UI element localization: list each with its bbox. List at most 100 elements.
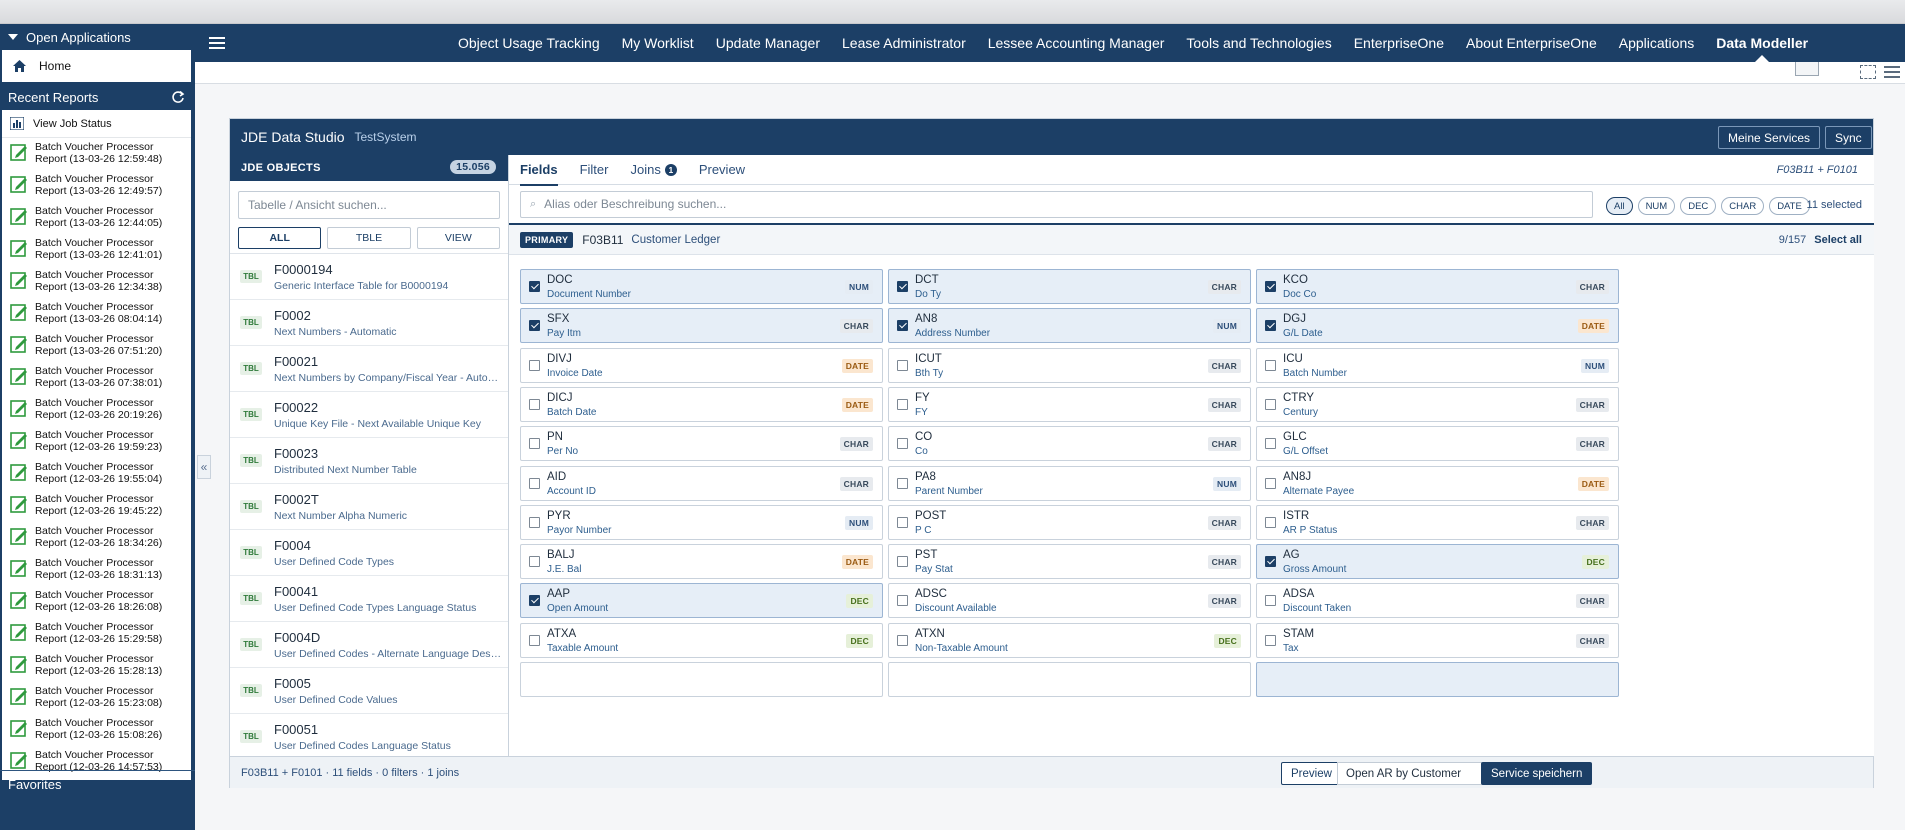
field-card[interactable]: DOC Document Number NUM — [520, 269, 883, 304]
save-service-button[interactable]: Service speichern — [1481, 762, 1593, 785]
field-checkbox[interactable] — [897, 477, 908, 489]
field-card[interactable]: KCO Doc Co CHAR — [1256, 269, 1619, 304]
nav-link[interactable]: About EnterpriseOne — [1455, 24, 1608, 62]
object-list-item[interactable]: TBL F00022 Unique Key File - Next Availabl… — [230, 392, 508, 438]
object-list-item[interactable]: TBL F00023 Distributed Next Number Table — [230, 438, 508, 484]
field-checkbox[interactable] — [1265, 516, 1276, 528]
field-card[interactable]: DIVJ Invoice Date DATE — [520, 347, 883, 383]
nav-link[interactable]: Data Modeller — [1705, 24, 1819, 62]
recent-report-item[interactable]: Batch Voucher Processor Report (13-03-26 … — [2, 202, 191, 234]
field-checkbox[interactable] — [897, 359, 908, 371]
object-list-item[interactable]: TBL F0002T Next Number Alpha Numeric — [230, 484, 508, 530]
fullscreen-icon[interactable] — [1860, 65, 1876, 79]
field-checkbox[interactable] — [1265, 634, 1276, 646]
field-card[interactable]: POST P C CHAR — [888, 504, 1251, 540]
field-card[interactable]: ICU Batch Number NUM — [1256, 347, 1619, 383]
field-card[interactable]: ICUT Bth Ty CHAR — [888, 347, 1251, 383]
hamburger-menu-icon[interactable] — [209, 34, 225, 52]
field-checkbox[interactable] — [897, 281, 908, 292]
field-card[interactable]: AG Gross Amount DEC — [1256, 544, 1619, 580]
recent-report-item[interactable]: Batch Voucher Processor Report (13-03-26 … — [2, 298, 191, 330]
nav-link[interactable]: EnterpriseOne — [1343, 24, 1455, 62]
field-checkbox[interactable] — [529, 398, 540, 410]
object-filter-button[interactable]: TBLE — [327, 227, 411, 249]
field-card[interactable]: FY FY CHAR — [888, 386, 1251, 422]
field-checkbox[interactable] — [897, 634, 908, 646]
recent-report-item[interactable]: Batch Voucher Processor Report (12-03-26 … — [2, 714, 191, 746]
nav-link[interactable]: Lease Administrator — [831, 24, 977, 62]
object-list-item[interactable]: TBL F0004 User Defined Code Types — [230, 530, 508, 576]
recent-report-item[interactable]: Batch Voucher Processor Report (13-03-26 … — [2, 330, 191, 362]
field-card[interactable]: DCT Do Ty CHAR — [888, 269, 1251, 304]
open-applications-header[interactable]: Open Applications — [0, 24, 195, 50]
recent-report-item[interactable]: Batch Voucher Processor Report (12-03-26 … — [2, 682, 191, 714]
recent-report-item[interactable]: Batch Voucher Processor Report (12-03-26 … — [2, 554, 191, 586]
recent-reports-header[interactable]: Recent Reports — [0, 84, 195, 110]
object-list-item[interactable]: TBL F0002 Next Numbers - Automatic — [230, 300, 508, 346]
recent-report-item[interactable]: Batch Voucher Processor Report (12-03-26 … — [2, 618, 191, 650]
type-chip[interactable]: NUM — [1637, 197, 1676, 215]
type-chip[interactable]: CHAR — [1721, 197, 1765, 215]
field-checkbox[interactable] — [1265, 556, 1276, 568]
recent-report-item[interactable]: Batch Voucher Processor Report (13-03-26 … — [2, 234, 191, 266]
recent-report-item[interactable]: Batch Voucher Processor Report (13-03-26 … — [2, 170, 191, 202]
field-card[interactable]: ADSA Discount Taken CHAR — [1256, 583, 1619, 619]
field-card[interactable]: STAM Tax CHAR — [1256, 622, 1619, 658]
field-search-input[interactable]: ⌕ Alias oder Beschreibung suchen... — [520, 190, 1593, 218]
field-checkbox[interactable] — [1265, 477, 1276, 489]
field-card[interactable]: GLC G/L Offset CHAR — [1256, 426, 1619, 462]
field-card[interactable]: CO Co CHAR — [888, 426, 1251, 462]
field-card[interactable]: BALJ J.E. Bal DATE — [520, 544, 883, 580]
recent-report-item[interactable]: Batch Voucher Processor Report (12-03-26 … — [2, 522, 191, 554]
field-card[interactable]: ATXA Taxable Amount DEC — [520, 622, 883, 658]
field-checkbox[interactable] — [897, 595, 908, 607]
nav-link[interactable]: Tools and Technologies — [1175, 24, 1342, 62]
field-checkbox[interactable] — [1265, 281, 1276, 292]
field-card[interactable]: PST Pay Stat CHAR — [888, 544, 1251, 580]
field-card[interactable]: DICJ Batch Date DATE — [520, 386, 883, 422]
field-checkbox[interactable] — [529, 556, 540, 568]
collapse-panel-icon[interactable]: « — [197, 455, 211, 479]
field-card[interactable]: AID Account ID CHAR — [520, 465, 883, 501]
field-checkbox[interactable] — [529, 359, 540, 371]
field-card[interactable]: SFX Pay Itm CHAR — [520, 308, 883, 344]
type-chip[interactable]: DEC — [1680, 197, 1717, 215]
object-list-item[interactable]: TBL F0000194 Generic Interface Table for B… — [230, 254, 508, 300]
nav-link[interactable]: Applications — [1608, 24, 1706, 62]
collapse-header-icon[interactable] — [1795, 62, 1819, 76]
field-card[interactable]: AN8J Alternate Payee DATE — [1256, 465, 1619, 501]
object-search-input[interactable]: Tabelle / Ansicht suchen... — [238, 191, 500, 219]
field-checkbox[interactable] — [1265, 438, 1276, 450]
object-list-item[interactable]: TBL F0005 User Defined Code Values — [230, 668, 508, 714]
field-checkbox[interactable] — [1265, 320, 1276, 332]
field-checkbox[interactable] — [1265, 398, 1276, 410]
recent-report-item[interactable]: Batch Voucher Processor Report (12-03-26 … — [2, 394, 191, 426]
nav-link[interactable]: Update Manager — [705, 24, 831, 62]
field-checkbox[interactable] — [897, 556, 908, 568]
preview-button[interactable]: Preview — [1281, 762, 1342, 785]
refresh-icon[interactable] — [171, 90, 185, 104]
field-checkbox[interactable] — [1265, 359, 1276, 371]
tab-filter[interactable]: Filter — [580, 155, 609, 185]
tab-preview[interactable]: Preview — [699, 155, 745, 185]
recent-report-item[interactable]: Batch Voucher Processor Report (12-03-26 … — [2, 586, 191, 618]
field-checkbox[interactable] — [897, 398, 908, 410]
field-checkbox[interactable] — [897, 320, 908, 332]
field-card[interactable]: AN8 Address Number NUM — [888, 308, 1251, 344]
field-checkbox[interactable] — [529, 477, 540, 489]
nav-link[interactable]: My Worklist — [611, 24, 705, 62]
field-checkbox[interactable] — [529, 516, 540, 528]
list-menu-icon[interactable] — [1884, 66, 1900, 78]
object-filter-button[interactable]: VIEW — [416, 227, 500, 249]
object-filter-button[interactable]: ALL — [238, 227, 322, 249]
tab-joins[interactable]: Joins 1 — [630, 155, 677, 185]
field-card[interactable]: ISTR AR P Status CHAR — [1256, 504, 1619, 540]
nav-link[interactable]: Lessee Accounting Manager — [977, 24, 1176, 62]
sync-button[interactable]: Sync — [1825, 126, 1872, 149]
field-card[interactable]: PA8 Parent Number NUM — [888, 465, 1251, 501]
field-checkbox[interactable] — [897, 516, 908, 528]
home-link[interactable]: Home — [2, 50, 191, 82]
field-card[interactable]: ATXN Non-Taxable Amount DEC — [888, 622, 1251, 658]
field-checkbox[interactable] — [529, 438, 540, 450]
tab-fields[interactable]: Fields — [520, 155, 558, 186]
